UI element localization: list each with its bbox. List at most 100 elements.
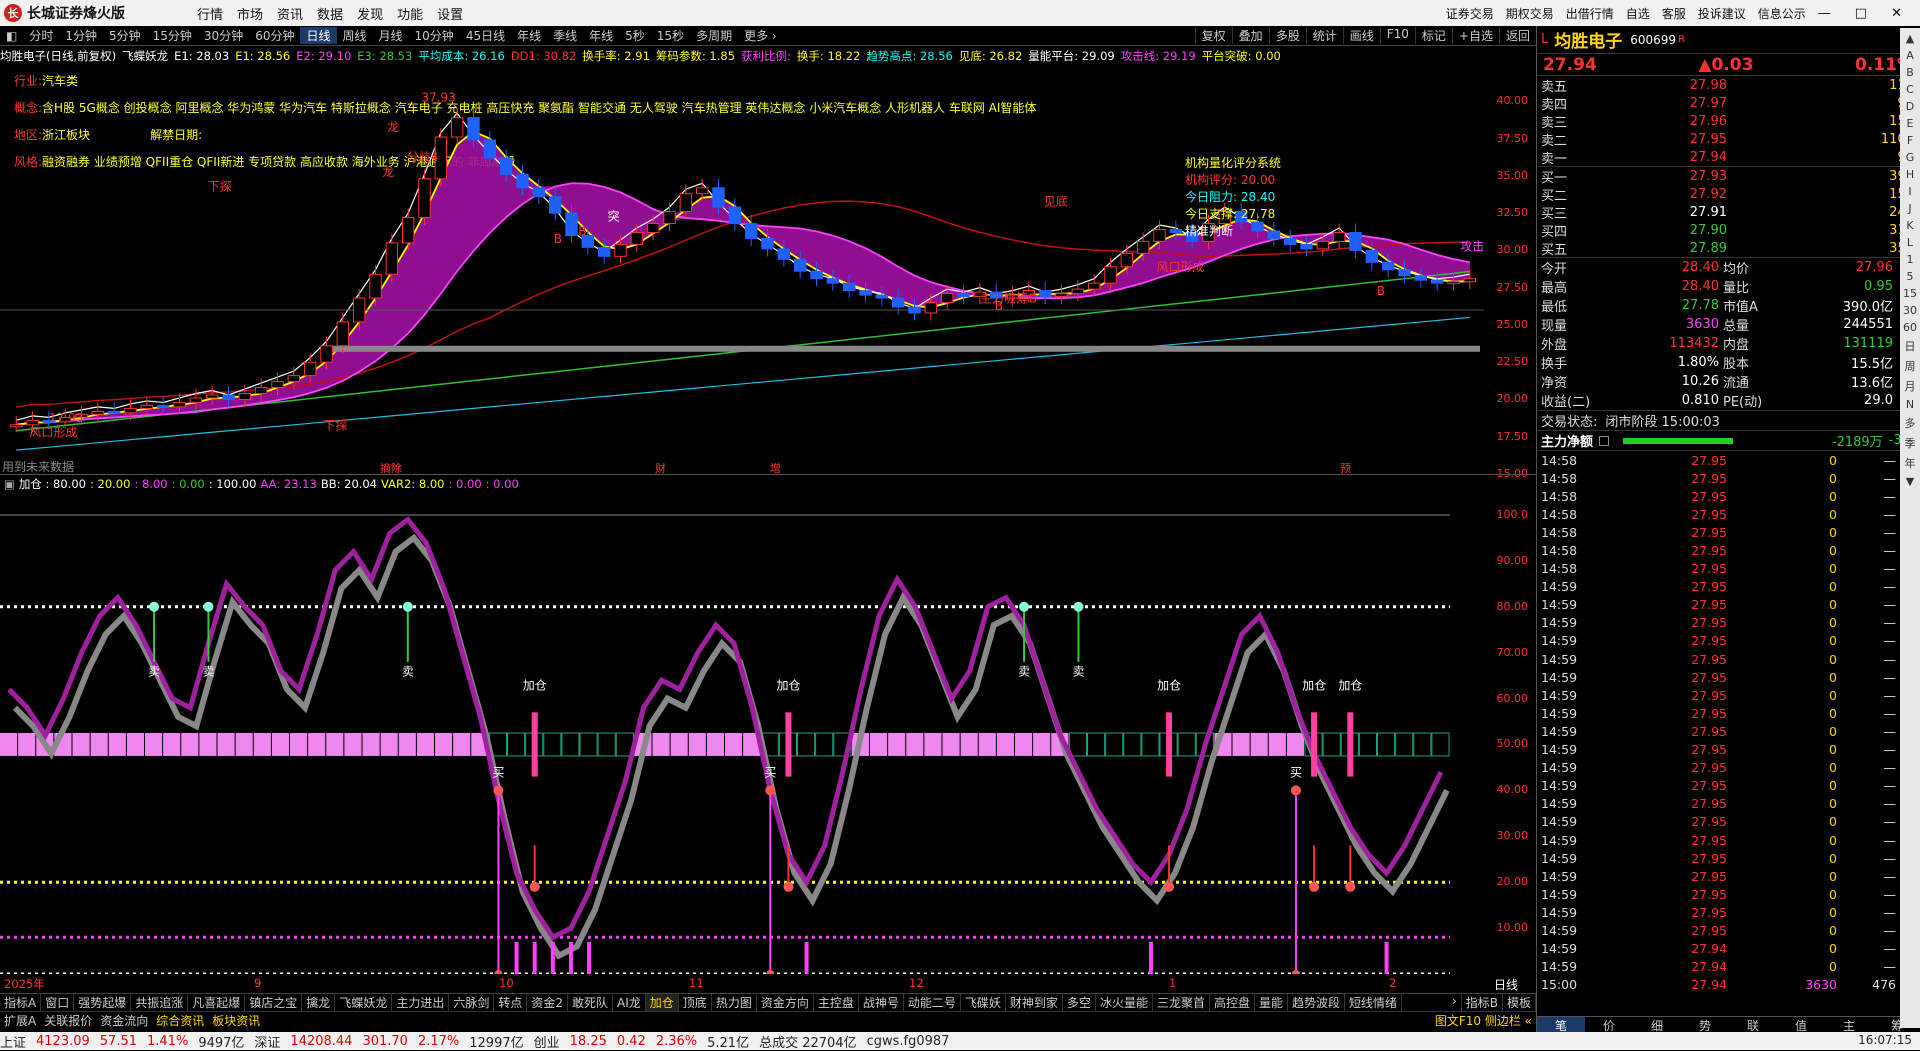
minimize-icon[interactable]: — (1818, 6, 1831, 21)
ext-tab-0[interactable]: 扩展A (0, 1012, 40, 1028)
indicator-tab-21[interactable]: 飞碟妖 (961, 994, 1006, 1011)
quote-tab-1[interactable]: 价 (1585, 1017, 1633, 1033)
ask-row[interactable]: 卖四 27.9792 (1537, 94, 1920, 113)
ext-tab-2[interactable]: 资金流向 (96, 1012, 152, 1028)
quote-tab-5[interactable]: 值 (1777, 1017, 1825, 1033)
period-11[interactable]: 年线 (511, 27, 547, 44)
ask-row[interactable]: 卖二 27.95 1104 (1537, 130, 1920, 149)
period-5[interactable]: 60分钟 (249, 27, 300, 44)
sidebar-button-18[interactable]: 日 (1902, 338, 1918, 354)
right-menu-item-6[interactable]: 信息公示 (1758, 5, 1806, 22)
period-2[interactable]: 5分钟 (103, 27, 147, 44)
indicator-tab-12[interactable]: 敢死队 (568, 994, 614, 1011)
right-menu-item-2[interactable]: 出借行情 (1566, 5, 1614, 22)
indicator-tab-20[interactable]: 动能二号 (904, 994, 961, 1011)
bid-row[interactable]: 买二 27.92155 (1537, 185, 1920, 204)
sidebar-button-12[interactable]: L (1902, 236, 1918, 249)
indicator-tab-19[interactable]: 战神号 (859, 994, 904, 1011)
period-7[interactable]: 周线 (337, 27, 373, 44)
sidebar-button-5[interactable]: E (1902, 117, 1918, 130)
indicator-tab-4[interactable]: 凡喜起爆 (188, 994, 246, 1011)
indicator-tab-11[interactable]: 资金2 (527, 994, 569, 1011)
ext-tab-3[interactable]: 综合资讯 (152, 1012, 208, 1028)
period-16[interactable]: 多周期 (690, 27, 738, 44)
period-0[interactable]: 分时 (23, 27, 59, 44)
sidebar-button-6[interactable]: F (1902, 134, 1918, 147)
indicator-tab-17[interactable]: 资金方向 (757, 994, 814, 1011)
sidebar-button-20[interactable]: 月 (1902, 378, 1918, 394)
ext-tab-1[interactable]: 关联报价 (40, 1012, 96, 1028)
sidebar-button-16[interactable]: 30 (1902, 304, 1918, 317)
indicator-tab-25[interactable]: 三龙聚首 (1153, 994, 1210, 1011)
right-menu-item-0[interactable]: 证券交易 (1446, 5, 1494, 22)
period-1[interactable]: 1分钟 (59, 27, 103, 44)
indicator-tab-6[interactable]: 擒龙 (302, 994, 336, 1011)
indicator-tab-27[interactable]: 量能 (1255, 994, 1288, 1011)
indicator-tab-3[interactable]: 共振追涨 (131, 994, 189, 1011)
period-12[interactable]: 季线 (547, 27, 583, 44)
quote-tab-4[interactable]: 联 (1729, 1017, 1777, 1033)
indicator-tab-10[interactable]: 转点 (494, 994, 528, 1011)
sidebar-button-14[interactable]: 5 (1902, 270, 1918, 283)
tool-5[interactable]: F10 (1379, 27, 1415, 44)
f10-sidebar-toggle[interactable]: 图文F10 侧边栏 « (1431, 1012, 1536, 1028)
indicator-tab-29[interactable]: 短线情绪 (1345, 994, 1403, 1011)
period-3[interactable]: 15分钟 (147, 27, 198, 44)
sidebar-button-0[interactable]: ▲ (1902, 32, 1918, 45)
tick-list[interactable]: 14:58 27.95 0—14:58 27.95 0—14:58 27.95 0—14:5… (1537, 451, 1920, 994)
sidebar-button-25[interactable]: ▼ (1902, 475, 1918, 488)
quote-tab-6[interactable]: 主 (1825, 1017, 1873, 1033)
sidebar-button-1[interactable]: A (1902, 49, 1918, 62)
ask-row[interactable]: 卖五 27.98119 (1537, 76, 1920, 95)
tool-0[interactable]: 复权 (1194, 27, 1232, 44)
indicator-tab-28[interactable]: 趋势波段 (1288, 994, 1346, 1011)
right-menu-item-1[interactable]: 期权交易 (1506, 5, 1554, 22)
bid-row[interactable]: 买四 27.90319 (1537, 221, 1920, 240)
period-4[interactable]: 30分钟 (198, 27, 249, 44)
indicator-tab-8[interactable]: 主力进出 (392, 994, 450, 1011)
tool-7[interactable]: +自选 (1451, 27, 1499, 44)
bid-row[interactable]: 买五 27.89351 (1537, 239, 1920, 258)
sidebar-button-4[interactable]: D (1902, 100, 1918, 113)
sidebar-button-9[interactable]: I (1902, 185, 1918, 198)
ext-tab-4[interactable]: 板块资讯 (208, 1012, 264, 1028)
indicator-tab-15[interactable]: 顶底 (679, 994, 712, 1011)
right-menu-item-3[interactable]: 自选 (1626, 5, 1650, 22)
sidebar-button-3[interactable]: C (1902, 83, 1918, 96)
tool-4[interactable]: 画线 (1342, 27, 1380, 44)
menu-1[interactable]: 市场 (237, 4, 263, 23)
indicator-tab-13[interactable]: AI龙 (613, 994, 646, 1011)
period-14[interactable]: 5秒 (619, 27, 651, 44)
sidebar-button-24[interactable]: 年 (1902, 455, 1918, 471)
ask-row[interactable]: 卖三 27.96158 (1537, 112, 1920, 131)
period-10[interactable]: 45日线 (460, 27, 511, 44)
tool-1[interactable]: 叠加 (1231, 27, 1269, 44)
tool-3[interactable]: 统计 (1305, 27, 1343, 44)
maximize-icon[interactable]: □ (1855, 6, 1867, 21)
sidebar-toggle-icon[interactable]: ◧ (0, 29, 23, 43)
sidebar-button-23[interactable]: 季 (1902, 435, 1918, 451)
indicator-tab-16[interactable]: 热力图 (712, 994, 757, 1011)
indicator-tab-18[interactable]: 主控盘 (814, 994, 859, 1011)
indicator-tab-26[interactable]: 高控盘 (1210, 994, 1255, 1011)
menu-0[interactable]: 行情 (197, 4, 223, 23)
indicator-tab-22[interactable]: 财神到家 (1006, 994, 1063, 1011)
sidebar-button-22[interactable]: 多 (1902, 415, 1918, 431)
sidebar-button-17[interactable]: 60 (1902, 321, 1918, 334)
flow-toggle-icon[interactable] (1599, 435, 1610, 446)
indicator-tab-24[interactable]: 冰火量能 (1096, 994, 1153, 1011)
tool-6[interactable]: 标记 (1414, 27, 1452, 44)
tool-2[interactable]: 多股 (1268, 27, 1306, 44)
indicator-tab-right-0[interactable]: 指标B (1462, 994, 1503, 1011)
bid-row[interactable]: 买三 27.91240 (1537, 203, 1920, 222)
sidebar-button-10[interactable]: J (1902, 202, 1918, 215)
menu-4[interactable]: 发现 (357, 4, 383, 23)
sidebar-button-7[interactable]: G (1902, 151, 1918, 164)
osc-toggle-icon[interactable]: ▣ (4, 477, 15, 491)
period-9[interactable]: 10分钟 (409, 27, 460, 44)
sidebar-button-19[interactable]: 周 (1902, 358, 1918, 374)
sidebar-button-21[interactable]: N (1902, 398, 1918, 411)
sidebar-button-2[interactable]: B (1902, 66, 1918, 79)
period-8[interactable]: 月线 (373, 27, 409, 44)
right-menu-item-5[interactable]: 投诉建议 (1698, 5, 1746, 22)
